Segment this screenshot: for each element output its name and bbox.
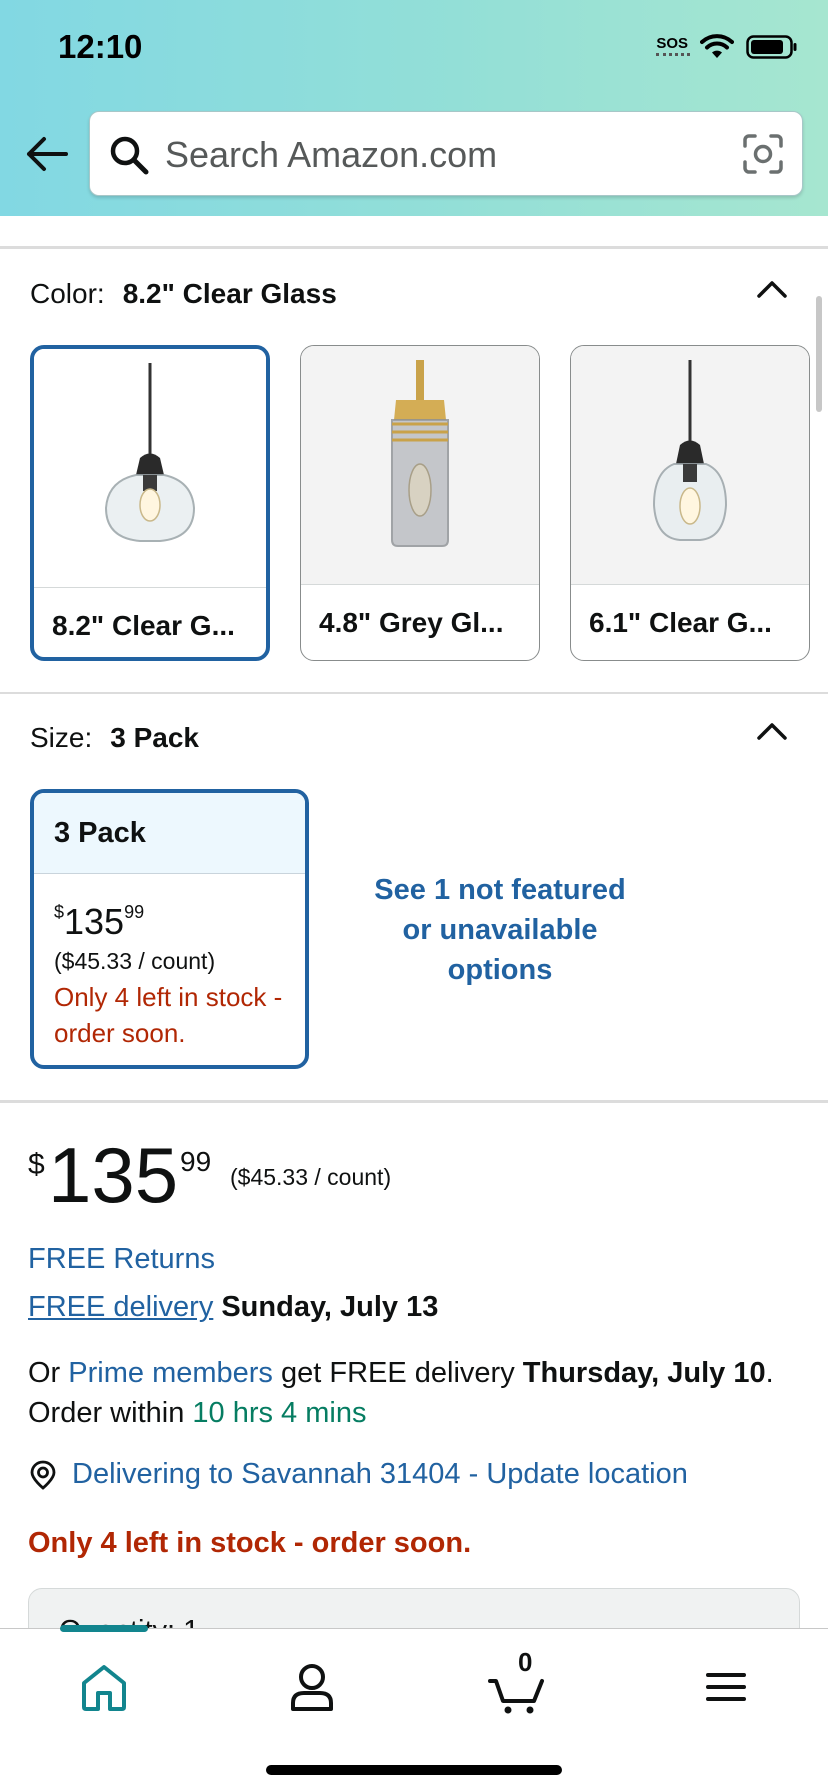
divider (0, 692, 828, 694)
size-option-unit-price: ($45.33 / count) (54, 948, 216, 974)
free-delivery-date: Sunday, July 13 (221, 1291, 439, 1323)
delivery-location-link[interactable]: Delivering to Savannah 31404 - Update lo… (28, 1458, 688, 1491)
nav-active-indicator (60, 1625, 148, 1632)
location-pin-icon (30, 1460, 56, 1490)
battery-icon (746, 35, 797, 59)
cart-count: 0 (518, 1647, 533, 1677)
status-icons: SOS (656, 34, 798, 60)
scrollbar[interactable] (816, 296, 822, 412)
size-selected-value: 3 Pack (110, 722, 199, 753)
size-option-price: $13599 (54, 901, 145, 942)
pendant-light-image (391, 360, 449, 547)
free-delivery-link[interactable]: FREE delivery (28, 1291, 213, 1323)
free-delivery: FREE delivery Sunday, July 13 (28, 1291, 438, 1324)
order-countdown: 10 hrs 4 mins (192, 1397, 367, 1429)
divider (0, 246, 828, 249)
search-placeholder: Search Amazon.com (165, 134, 498, 175)
size-option-3-pack[interactable]: 3 Pack $13599 ($45.33 / count) Only 4 le… (30, 789, 309, 1069)
color-option-label: 8.2" Clear G... (34, 587, 266, 657)
delivery-location-text: Delivering to Savannah 31404 - Update lo… (72, 1458, 688, 1490)
size-option-stock: Only 4 left in stock - order soon. (54, 982, 283, 1048)
color-option-label: 6.1" Clear G... (571, 584, 809, 660)
menu-icon[interactable] (696, 1659, 756, 1715)
color-option-label: 4.8" Grey Gl... (301, 584, 539, 660)
wifi-icon (700, 34, 734, 58)
divider (0, 1100, 828, 1103)
free-returns-link[interactable]: FREE Returns (28, 1243, 215, 1276)
color-label: Color: 8.2" Clear Glass (30, 278, 337, 309)
pendant-light-image (652, 360, 728, 541)
chevron-up-icon[interactable] (756, 720, 788, 742)
sos-indicator: SOS (656, 36, 691, 56)
color-option-6-1-clear-glass[interactable]: 6.1" Clear G... (570, 345, 810, 661)
color-option-image (34, 349, 266, 587)
color-option-image (571, 346, 809, 584)
chevron-up-icon[interactable] (756, 278, 788, 300)
header: 12:10 SOS Search Amazon.com (0, 0, 828, 216)
search-input[interactable]: Search Amazon.com (89, 111, 803, 196)
unit-price: ($45.33 / count) (230, 1164, 392, 1190)
color-option-4-8-grey-glass[interactable]: 4.8" Grey Gl... (300, 345, 540, 661)
back-arrow-icon[interactable] (24, 134, 68, 174)
size-label: Size: 3 Pack (30, 722, 199, 753)
see-not-featured-link[interactable]: See 1 not featured or unavailable option… (362, 870, 638, 990)
prime-delivery-date: Thursday, July 10 (522, 1357, 766, 1389)
status-time: 12:10 (58, 28, 143, 65)
size-option-title: 3 Pack (34, 793, 305, 874)
home-icon[interactable] (74, 1659, 134, 1715)
camera-icon[interactable] (742, 133, 784, 175)
home-indicator (266, 1765, 562, 1775)
pendant-light-image (104, 363, 196, 542)
stock-warning: Only 4 left in stock - order soon. (28, 1527, 472, 1559)
color-option-image (301, 346, 539, 584)
prime-members-link[interactable]: Prime members (68, 1357, 273, 1389)
prime-delivery-info: Or Prime members get FREE delivery Thurs… (28, 1357, 774, 1429)
color-option-8-2-clear-glass[interactable]: 8.2" Clear G... (30, 345, 270, 661)
account-icon[interactable] (282, 1659, 342, 1715)
color-selected-value: 8.2" Clear Glass (122, 278, 337, 309)
search-icon[interactable] (108, 134, 150, 176)
